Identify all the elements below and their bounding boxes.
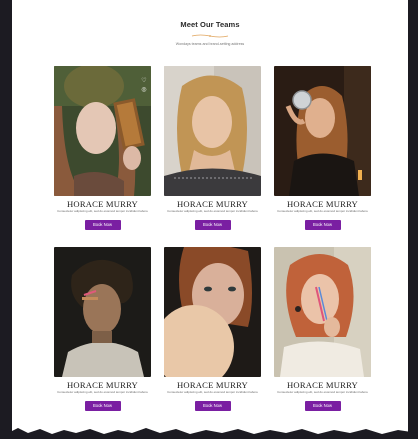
member-name: HORACE MURRY (67, 380, 138, 390)
member-description: Consectetur adipiscing elit, sed do eius… (57, 209, 148, 213)
member-description: Consectetur adipiscing elit, sed do eius… (277, 390, 368, 394)
member-photo (164, 66, 261, 196)
instagram-icon[interactable]: ◎ (141, 87, 147, 93)
member-name: HORACE MURRY (287, 199, 358, 209)
section-title: Meet Our Teams (180, 20, 240, 29)
book-now-button[interactable]: Book Now (304, 401, 341, 411)
member-name: HORACE MURRY (67, 199, 138, 209)
member-photo (274, 66, 371, 196)
book-now-button[interactable]: Book Now (84, 220, 121, 230)
member-description: Consectetur adipiscing elit, sed do eius… (277, 209, 368, 213)
team-card: HORACE MURRY Consectetur adipiscing elit… (54, 247, 151, 412)
team-card: HORACE MURRY Consectetur adipiscing elit… (164, 247, 261, 412)
member-photo (54, 247, 151, 377)
member-name: HORACE MURRY (287, 380, 358, 390)
torn-edge-divider (0, 428, 418, 439)
ornament-divider (191, 34, 229, 38)
twitter-icon[interactable]: ♡ (141, 78, 147, 84)
member-photo (274, 247, 371, 377)
team-card: HORACE MURRY Consectetur adipiscing elit… (274, 247, 371, 412)
social-links: ♡ ◎ (141, 78, 147, 93)
book-now-button[interactable]: Book Now (84, 401, 121, 411)
book-now-button[interactable]: Book Now (304, 220, 341, 230)
member-photo (164, 247, 261, 377)
member-name: HORACE MURRY (177, 380, 248, 390)
member-photo: ♡ ◎ (54, 66, 151, 196)
member-description: Consectetur adipiscing elit, sed do eius… (57, 390, 148, 394)
member-description: Consectetur adipiscing elit, sed do eius… (167, 209, 258, 213)
team-card: ♡ ◎ HORACE MURRY Consectetur adipiscing … (54, 66, 151, 231)
member-description: Consectetur adipiscing elit, sed do eius… (167, 390, 258, 394)
book-now-button[interactable]: Book Now (194, 401, 231, 411)
member-name: HORACE MURRY (177, 199, 248, 209)
book-now-button[interactable]: Book Now (194, 220, 231, 230)
team-card: HORACE MURRY Consectetur adipiscing elit… (164, 66, 261, 231)
section-subtitle: Wondays teams and brand-setting address (175, 42, 245, 46)
team-page: Meet Our Teams Wondays teams and brand-s… (12, 0, 408, 439)
team-card: HORACE MURRY Consectetur adipiscing elit… (274, 66, 371, 231)
